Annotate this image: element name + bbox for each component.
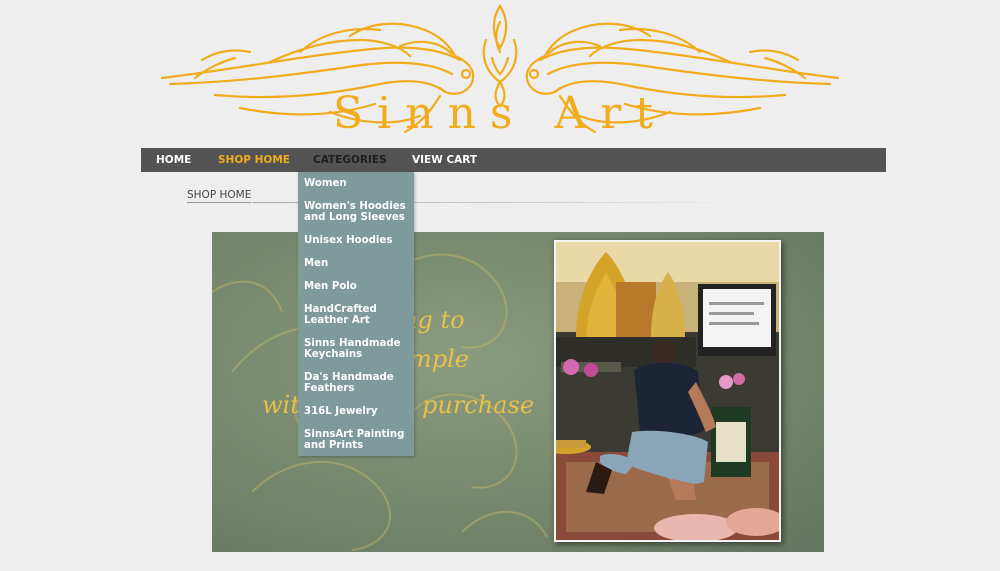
banner-text-line-2: mple: [409, 345, 469, 373]
nav-home-link[interactable]: HOME: [156, 148, 191, 172]
category-item-feathers[interactable]: Da's Handmade Feathers: [304, 372, 408, 394]
site-header: Sinns Art: [0, 0, 1000, 148]
temple-photo: [554, 240, 781, 542]
site-logo-text: Sinns Art: [333, 88, 667, 139]
category-item-leather-art[interactable]: HandCrafted Leather Art: [304, 304, 408, 326]
categories-dropdown-menu: Women Women's Hoodies and Long Sleeves U…: [298, 172, 414, 456]
category-item-men-polo[interactable]: Men Polo: [304, 281, 408, 292]
category-item-jewelry[interactable]: 316L Jewelry: [304, 406, 408, 417]
nav-view-cart-link[interactable]: VIEW CART: [412, 148, 477, 172]
nav-shop-home-link[interactable]: SHOP HOME: [218, 148, 290, 172]
category-item-womens-hoodies[interactable]: Women's Hoodies and Long Sleeves: [304, 201, 408, 223]
category-item-keychains[interactable]: Sinns Handmade Keychains: [304, 338, 408, 360]
category-item-men[interactable]: Men: [304, 258, 408, 269]
banner-text-line-3-end: purchase: [422, 391, 535, 419]
nav-categories-link[interactable]: CATEGORIES: [313, 148, 387, 172]
category-item-painting-prints[interactable]: SinnsArt Painting and Prints: [304, 429, 408, 451]
breadcrumb: SHOP HOME: [187, 189, 252, 203]
main-navbar: HOME SHOP HOME CATEGORIES VIEW CART: [141, 148, 886, 172]
banner-text-line-3-start: wit: [262, 391, 300, 419]
category-item-women[interactable]: Women: [304, 178, 408, 189]
category-item-unisex-hoodies[interactable]: Unisex Hoodies: [304, 235, 408, 246]
